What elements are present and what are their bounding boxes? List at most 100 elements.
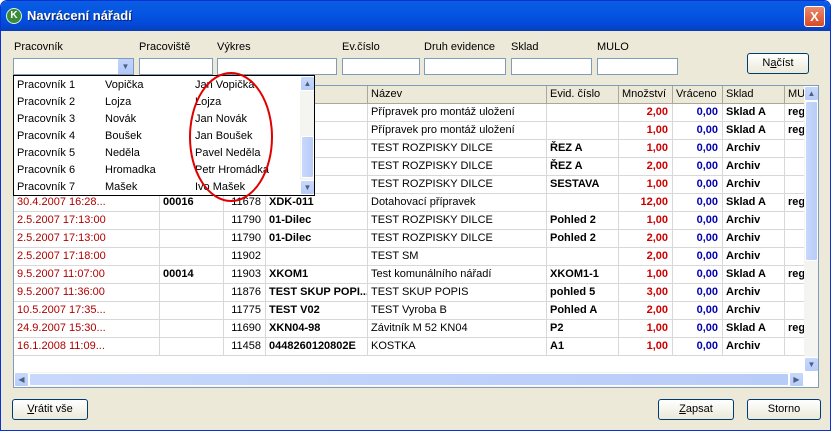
table-row[interactable]: 9.5.2007 11:36:00 11876 TEST SKUP POPI... T… <box>14 284 810 302</box>
table-cell: TEST ROZPISKY DILCE <box>368 212 547 230</box>
table-cell: TEST ROZPISKY DILCE <box>368 158 547 176</box>
table-cell <box>160 302 224 320</box>
table-cell: 0,00 <box>673 302 723 320</box>
table-cell: 2.5.2007 17:13:00 <box>14 212 160 230</box>
table-cell: Archiv <box>723 158 785 176</box>
table-cell: 0,00 <box>673 248 723 266</box>
table-cell: Archiv <box>723 140 785 158</box>
dropdown-option-text: Hromadka <box>105 164 156 176</box>
table-cell: 0,00 <box>673 230 723 248</box>
table-row[interactable]: 10.5.2007 17:35... 11775 TEST V02 TEST Vyro… <box>14 302 810 320</box>
table-cell <box>160 248 224 266</box>
mulo-input[interactable] <box>597 58 678 75</box>
column-header[interactable]: Sklad <box>723 86 785 104</box>
dropdown-option-text: Pracovník 2 <box>17 96 76 108</box>
table-row[interactable]: 16.1.2008 11:09... 11458 0448260120802E KOS… <box>14 338 810 356</box>
table-cell: TEST ROZPISKY DILCE <box>368 230 547 248</box>
load-button[interactable]: Načíst <box>747 53 809 74</box>
table-cell: 0,00 <box>673 176 723 194</box>
dropdown-option-text: Lojza <box>105 96 132 108</box>
table-cell: Sklad A <box>723 266 785 284</box>
table-cell: 1,00 <box>619 320 673 338</box>
table-cell: Sklad A <box>723 122 785 140</box>
warehouse-input[interactable] <box>511 58 592 75</box>
dropdown-option-text: Novák <box>105 113 137 125</box>
dropdown-scrollbar[interactable]: ▲ ▼ <box>300 76 314 195</box>
record-type-input[interactable] <box>424 58 506 75</box>
table-cell: Závitník M 52 KN04 <box>368 320 547 338</box>
table-cell: 11790 <box>224 212 266 230</box>
table-cell: 2,00 <box>619 104 673 122</box>
table-cell: 11690 <box>224 320 266 338</box>
table-cell: 11790 <box>224 230 266 248</box>
table-cell: Sklad A <box>723 320 785 338</box>
table-cell: 0,00 <box>673 194 723 212</box>
column-header[interactable]: Vráceno <box>673 86 723 104</box>
dropdown-scroll-up-icon[interactable]: ▲ <box>300 76 314 91</box>
table-cell: 0,00 <box>673 284 723 302</box>
table-cell: TEST SM <box>368 248 547 266</box>
table-cell: 2,00 <box>619 230 673 248</box>
window-title: Navrácení nářadí <box>27 8 132 23</box>
save-button[interactable]: Zapsat <box>658 399 734 420</box>
column-header[interactable]: Množství <box>619 86 673 104</box>
table-cell: 2,00 <box>619 302 673 320</box>
horizontal-scrollbar[interactable]: ◀ ▶ <box>14 372 804 387</box>
table-cell: KOSTKA <box>368 338 547 356</box>
table-cell: Archiv <box>723 338 785 356</box>
scroll-left-icon[interactable]: ◀ <box>14 372 29 387</box>
column-header[interactable]: Evid. číslo <box>547 86 619 104</box>
table-cell: 0,00 <box>673 158 723 176</box>
table-cell <box>160 284 224 302</box>
window: K Navrácení nářadí X Pracovník Pracovišt… <box>0 0 831 431</box>
table-row[interactable]: 24.9.2007 15:30... 11690 XKN04-98 Závitník … <box>14 320 810 338</box>
table-cell: Dotahovací přípravek <box>368 194 547 212</box>
table-cell: 2,00 <box>619 248 673 266</box>
table-cell <box>547 248 619 266</box>
table-cell <box>547 104 619 122</box>
vertical-scrollbar[interactable]: ▲ ▼ <box>804 86 818 372</box>
return-all-button[interactable]: Vrátit vše <box>12 399 88 420</box>
table-cell: 24.9.2007 15:30... <box>14 320 160 338</box>
table-cell: 3,00 <box>619 284 673 302</box>
dropdown-option-text: Pracovník 3 <box>17 113 76 125</box>
table-row[interactable]: 2.5.2007 17:13:00 11790 01-Dilec TEST ROZPI… <box>14 212 810 230</box>
h-scroll-thumb[interactable] <box>29 373 789 386</box>
table-row[interactable]: 2.5.2007 17:13:00 11790 01-Dilec TEST ROZPI… <box>14 230 810 248</box>
dropdown-option-text: Pracovník 7 <box>17 181 76 193</box>
dropdown-option-text: Neděla <box>105 147 140 159</box>
close-button[interactable]: X <box>804 6 825 27</box>
cancel-button[interactable]: Storno <box>747 399 821 420</box>
label-workplace: Pracoviště <box>139 41 191 53</box>
table-cell: XKOM1-1 <box>547 266 619 284</box>
table-row[interactable]: 30.4.2007 16:28... 00016 11678 XDK-011 Dotah… <box>14 194 810 212</box>
column-header[interactable]: Název <box>368 86 547 104</box>
table-cell: Archiv <box>723 248 785 266</box>
label-worker: Pracovník <box>14 41 63 53</box>
dropdown-option-text: Pracovník 4 <box>17 130 76 142</box>
scroll-right-icon[interactable]: ▶ <box>789 372 804 387</box>
label-mulo: MULO <box>597 41 629 53</box>
table-cell: Přípravek pro montáž uložení <box>368 122 547 140</box>
chevron-down-icon[interactable]: ▼ <box>117 59 133 74</box>
table-cell: P2 <box>547 320 619 338</box>
table-cell: SESTAVA <box>547 176 619 194</box>
dropdown-scroll-down-icon[interactable]: ▼ <box>300 180 314 195</box>
table-cell: Archiv <box>723 302 785 320</box>
scroll-thumb[interactable] <box>805 101 818 261</box>
table-cell: TEST ROZPISKY DILCE <box>368 176 547 194</box>
dropdown-scroll-thumb[interactable] <box>301 136 314 178</box>
table-row[interactable]: 2.5.2007 17:18:00 11902 TEST SM 2,00 0,00 Arc… <box>14 248 810 266</box>
table-cell <box>160 230 224 248</box>
table-cell: 2,00 <box>619 158 673 176</box>
scroll-down-icon[interactable]: ▼ <box>804 357 818 372</box>
ev-number-input[interactable] <box>342 58 420 75</box>
table-cell: Archiv <box>723 284 785 302</box>
table-cell: 11902 <box>224 248 266 266</box>
table-cell: 16.1.2008 11:09... <box>14 338 160 356</box>
worker-combobox[interactable]: ▼ <box>13 58 134 75</box>
table-cell: 30.4.2007 16:28... <box>14 194 160 212</box>
table-cell: TEST SKUP POPI... <box>266 284 368 302</box>
scroll-up-icon[interactable]: ▲ <box>804 86 818 101</box>
table-row[interactable]: 9.5.2007 11:07:00 00014 11903 XKOM1 Test kom… <box>14 266 810 284</box>
